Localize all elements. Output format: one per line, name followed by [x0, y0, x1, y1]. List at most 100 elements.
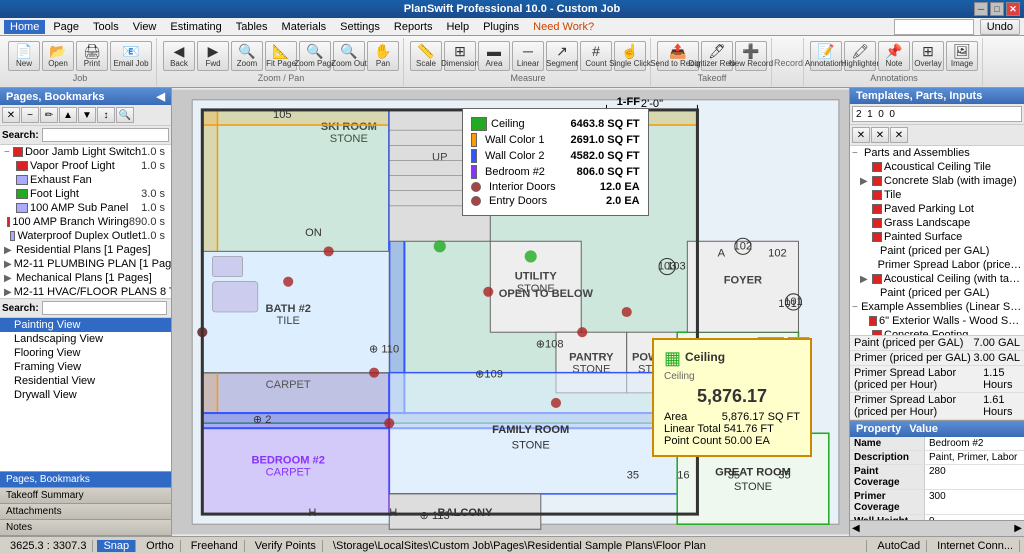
status-freehand[interactable]: Freehand — [185, 540, 245, 552]
segment-button[interactable]: ↗Segment — [546, 41, 578, 71]
right-tree-item[interactable]: 6" Exterior Walls - Wood Studs - Insulat… — [850, 314, 1024, 328]
view-item[interactable]: Painting View — [0, 318, 171, 332]
right-tree-item[interactable]: Paint (priced per GAL) — [850, 244, 1024, 258]
scroll-left-icon[interactable]: ◀ — [852, 523, 860, 534]
tree-item[interactable]: Foot Light3.0 s — [0, 187, 171, 201]
sidebar-down-btn[interactable]: ▼ — [78, 107, 96, 123]
zoom-button[interactable]: 🔍Zoom — [231, 41, 263, 71]
menu-help[interactable]: Help — [440, 20, 475, 34]
menu-tools[interactable]: Tools — [87, 20, 125, 34]
dimension-button[interactable]: ⊞Dimension — [444, 41, 476, 71]
view-item[interactable]: Flooring View — [0, 346, 171, 360]
right-tree-item[interactable]: Painted Surface — [850, 230, 1024, 244]
canvas-area[interactable]: SKI ROOM STONE BEDROOM #2 CARPET — [172, 88, 849, 536]
bottom-search-input[interactable] — [42, 301, 167, 315]
view-item[interactable]: Framing View — [0, 360, 171, 374]
zoom-out-button[interactable]: 🔍Zoom Out — [333, 41, 365, 71]
image-button[interactable]: 🖼Image — [946, 41, 978, 71]
menu-plugins[interactable]: Plugins — [477, 20, 525, 34]
maximize-button[interactable]: □ — [990, 2, 1004, 16]
right-tb-btn-2[interactable]: ✕ — [871, 127, 889, 143]
new-record-button[interactable]: ➕New Record — [735, 41, 767, 71]
tree-item[interactable]: ▶Mechanical Plans [1 Pages] — [0, 271, 171, 285]
view-item[interactable]: Landscaping View — [0, 332, 171, 346]
right-tree-item[interactable]: −Parts and Assemblies — [850, 146, 1024, 160]
tree-item[interactable]: 100 AMP Sub Panel1.0 s — [0, 201, 171, 215]
tree-item[interactable]: −Door Jamb Light Switch1.0 s — [0, 145, 171, 159]
fit-page-button[interactable]: 📐Fit Page — [265, 41, 297, 71]
menu-home[interactable]: Home — [4, 20, 45, 34]
status-ortho[interactable]: Ortho — [140, 540, 181, 552]
note-button[interactable]: 📌Note — [878, 41, 910, 71]
undo-button[interactable]: Undo — [980, 19, 1020, 35]
print-button[interactable]: 🖨Print — [76, 41, 108, 71]
sidebar-add-btn[interactable]: ✕ — [2, 107, 20, 123]
highlighter-button[interactable]: 🖍Highlighter — [844, 41, 876, 71]
view-item[interactable]: Drywall View — [0, 388, 171, 402]
menu-materials[interactable]: Materials — [276, 20, 333, 34]
right-tree-item[interactable]: Tile — [850, 188, 1024, 202]
zoom-page-button[interactable]: 🔍Zoom Page — [299, 41, 331, 71]
view-item[interactable]: Residential View — [0, 374, 171, 388]
sidebar-remove-btn[interactable]: − — [21, 107, 39, 123]
right-tree-item[interactable]: Grass Landscape — [850, 216, 1024, 230]
search-input[interactable] — [894, 19, 974, 35]
email-job-button[interactable]: 📧Email Job — [110, 41, 152, 71]
scale-button[interactable]: 📏Scale — [410, 41, 442, 71]
right-tree-item[interactable]: ▶Concrete Slab (with image) — [850, 174, 1024, 188]
count-button[interactable]: #Count — [580, 41, 612, 71]
close-button[interactable]: ✕ — [1006, 2, 1020, 16]
area-button[interactable]: ▬Area — [478, 41, 510, 71]
sidebar-sort-btn[interactable]: ↕ — [97, 107, 115, 123]
sidebar-search-input[interactable] — [42, 128, 169, 142]
right-tree-item[interactable]: Acoustical Ceiling Tile — [850, 160, 1024, 174]
menu-estimating[interactable]: Estimating — [164, 20, 227, 34]
tree-item[interactable]: Waterproof Duplex Outlet1.0 s — [0, 229, 171, 243]
annotations-button[interactable]: 📝Annotations — [810, 41, 842, 71]
right-tb-btn-3[interactable]: ✕ — [890, 127, 908, 143]
right-search-input[interactable] — [852, 106, 1022, 122]
status-snap[interactable]: Snap — [97, 540, 136, 552]
right-tree-item[interactable]: Primer Spread Labor (priced per Hour) — [850, 258, 1024, 272]
sidebar-edit-btn[interactable]: ✏ — [40, 107, 58, 123]
legend-ceiling-value: 6463.8 SQ FT — [560, 118, 640, 130]
tab-notes[interactable]: Notes — [0, 520, 171, 536]
right-tree-item[interactable]: ▶Acoustical Ceiling (with tabs) — [850, 272, 1024, 286]
tree-item[interactable]: ▶Residential Plans [1 Pages] — [0, 243, 171, 257]
minimize-button[interactable]: ─ — [974, 2, 988, 16]
menu-reports[interactable]: Reports — [388, 20, 439, 34]
menu-view[interactable]: View — [127, 20, 163, 34]
tree-item[interactable]: Exhaust Fan — [0, 173, 171, 187]
linear-button[interactable]: ─Linear — [512, 41, 544, 71]
back-button[interactable]: ◀Back — [163, 41, 195, 71]
tree-item[interactable]: Vapor Proof Light1.0 s — [0, 159, 171, 173]
open-button[interactable]: 📂Open — [42, 41, 74, 71]
sidebar-up-btn[interactable]: ▲ — [59, 107, 77, 123]
sidebar-collapse-icon[interactable]: ◀ — [157, 90, 165, 103]
tree-item[interactable]: 100 AMP Branch Wiring890.0 s — [0, 215, 171, 229]
menu-tables[interactable]: Tables — [230, 20, 274, 34]
menu-settings[interactable]: Settings — [334, 20, 386, 34]
menu-page[interactable]: Page — [47, 20, 85, 34]
forward-button[interactable]: ▶Fwd — [197, 41, 229, 71]
sidebar-filter-btn[interactable]: 🔍 — [116, 107, 134, 123]
new-button[interactable]: 📄New — [8, 41, 40, 71]
right-tree-item[interactable]: Paint (priced per GAL) — [850, 286, 1024, 300]
menu-need-work[interactable]: Need Work? — [527, 20, 600, 34]
pan-button[interactable]: ✋Pan — [367, 41, 399, 71]
tab-attachments[interactable]: Attachments — [0, 504, 171, 520]
right-tree: −Parts and Assemblies Acoustical Ceiling… — [850, 146, 1024, 335]
tab-takeoff-summary[interactable]: Takeoff Summary — [0, 488, 171, 504]
tree-item[interactable]: ▶M2-11 HVAC/FLOOR PLANS 8 T-24 — [0, 285, 171, 298]
tab-pages-bookmarks[interactable]: Pages, Bookmarks — [0, 472, 171, 488]
right-tree-item[interactable]: −Example Assemblies (Linear Segment Take… — [850, 300, 1024, 314]
right-tb-btn-1[interactable]: ✕ — [852, 127, 870, 143]
single-click-button[interactable]: ☝Single Click — [614, 41, 646, 71]
status-verify[interactable]: Verify Points — [249, 540, 323, 552]
right-tree-item[interactable]: Paved Parking Lot — [850, 202, 1024, 216]
scroll-right-icon[interactable]: ▶ — [1014, 523, 1022, 534]
tree-item[interactable]: ▶M2-11 PLUMBING PLAN [1 Pages] — [0, 257, 171, 271]
prop-header-value: Value — [909, 423, 938, 435]
right-tree-item[interactable]: Concrete Footing — [850, 328, 1024, 335]
overlay-button[interactable]: ⊞Overlay — [912, 41, 944, 71]
